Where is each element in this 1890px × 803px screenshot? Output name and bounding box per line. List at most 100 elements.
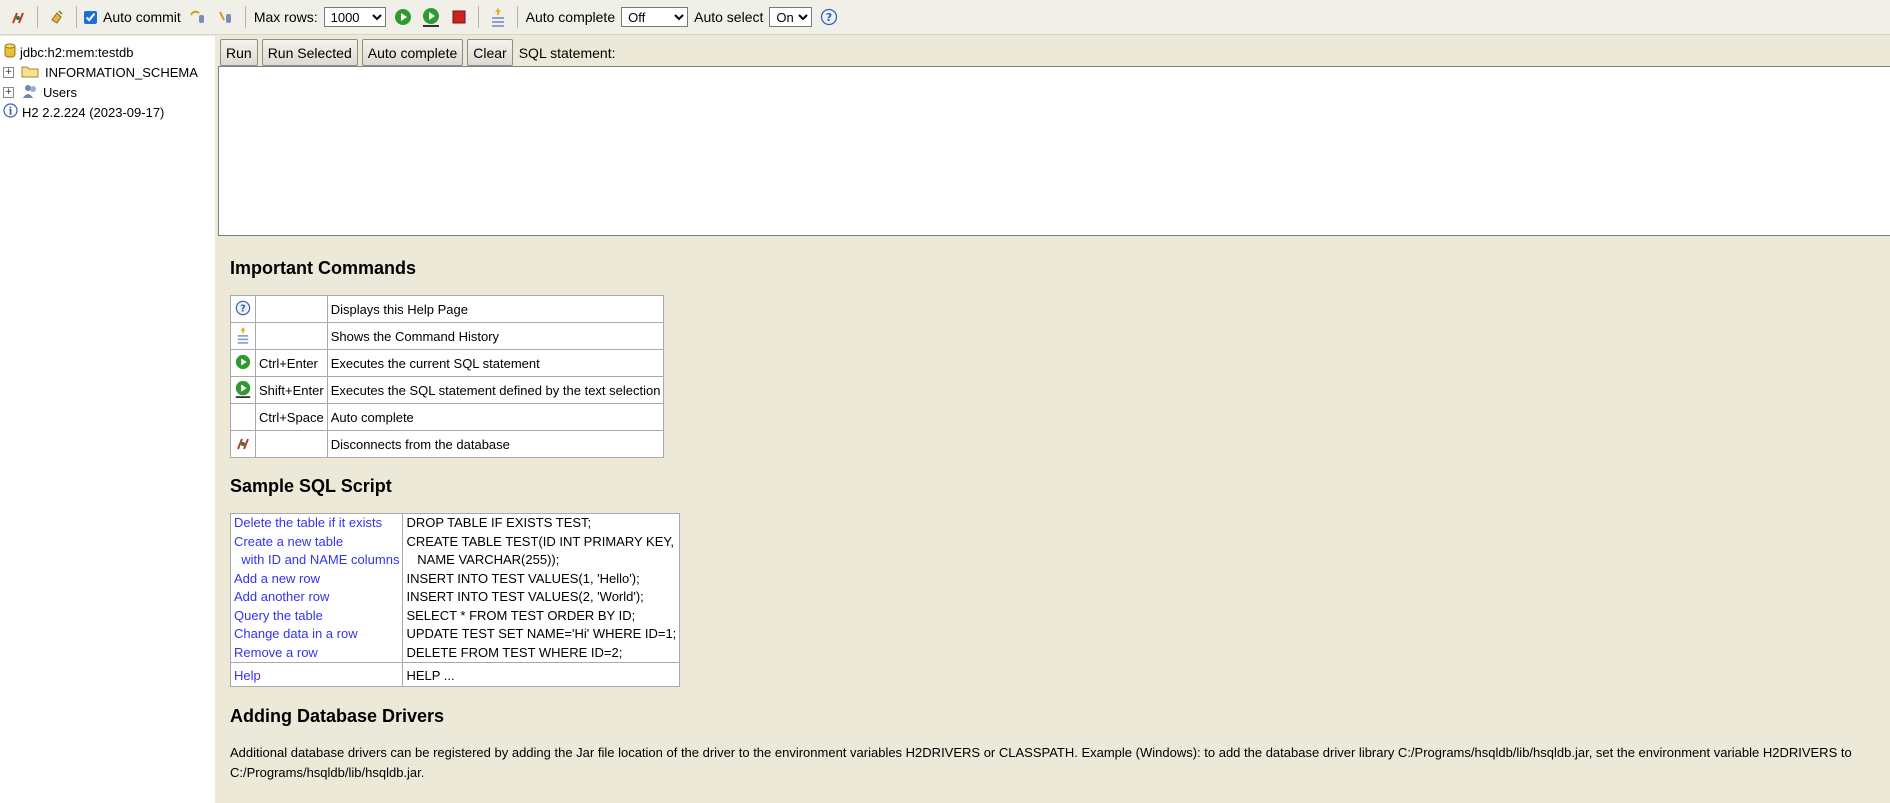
tree-item-label: H2 2.2.224 (2023-09-17) [22,104,165,120]
description-cell: Shows the Command History [326,322,665,350]
editor-toolbar: Run Run Selected Auto complete Clear SQL… [220,39,615,66]
stop-icon[interactable] [448,6,470,28]
sample-link[interactable]: Delete the table if it exists [230,513,404,533]
sample-link[interactable]: Query the table [230,606,404,625]
sql-cell: SELECT * FROM TEST ORDER BY ID; [406,607,636,623]
auto-complete-select[interactable]: Off [621,7,689,27]
toolbar-separator [516,6,518,28]
sample-link[interactable]: Change data in a row [230,625,404,644]
folder-icon [21,64,39,81]
history-icon [230,322,256,350]
description-cell: Disconnects from the database [326,430,665,458]
help-icon[interactable]: ? [818,6,840,28]
run-selected-button[interactable]: Run Selected [261,39,358,66]
refresh-icon[interactable] [46,6,68,28]
tree-item-label: INFORMATION_SCHEMA [45,64,198,80]
expand-icon[interactable]: + [3,86,14,98]
description-cell: Executes the SQL statement defined by th… [326,376,665,404]
auto-commit-checkbox[interactable] [84,10,97,24]
table-row: Help HELP ... [230,662,680,687]
run-icon[interactable] [392,6,414,28]
sample-sql-table: Delete the table if it exists DROP TABLE … [230,513,681,687]
sample-link[interactable]: Add a new row [230,569,404,588]
max-rows-label: Max rows: [253,9,318,25]
toolbar: Auto commit Max rows: 1000 Auto complete… [0,0,1890,35]
run-icon [230,349,256,377]
table-row: Delete the table if it exists DROP TABLE … [230,513,680,533]
tree-item-information-schema[interactable]: + INFORMATION_SCHEMA [0,62,215,82]
sql-editor[interactable] [218,66,1890,236]
description-cell: Executes the current SQL statement [326,349,665,377]
table-row: Change data in a row UPDATE TEST SET NAME… [230,625,680,644]
description-cell: Displays this Help Page [326,295,665,323]
sql-cell: INSERT INTO TEST VALUES(2, 'World'); [406,589,644,605]
adding-drivers-title: Adding Database Drivers [230,706,445,726]
shortcut-cell [255,295,328,323]
table-row: Disconnects from the database [230,430,665,458]
description-cell: Auto complete [326,403,665,431]
run-button[interactable]: Run [220,39,258,66]
sql-cell: HELP ... [402,662,680,687]
run-selected-icon [230,376,256,404]
tree-item-connection[interactable]: jdbc:h2:mem:testdb [0,42,215,62]
sample-link[interactable]: with ID and NAME columns [230,551,404,570]
help-link[interactable]: Help [230,662,404,687]
table-row: with ID and NAME columns NAME VARCHAR(25… [230,551,680,570]
tree-item-version: i H2 2.2.224 (2023-09-17) [0,102,215,122]
auto-select-select[interactable]: On [769,7,813,27]
toolbar-separator [477,6,479,28]
table-row: Ctrl+Space Auto complete [230,403,665,431]
tree-item-label: jdbc:h2:mem:testdb [20,44,134,60]
table-row: Create a new table CREATE TABLE TEST(ID I… [230,532,680,551]
svg-text:?: ? [240,303,246,314]
sql-cell: DELETE FROM TEST WHERE ID=2; [406,644,623,660]
database-icon [4,43,16,62]
important-commands-table: ? Displays this Help Page Shows the Comm… [230,295,665,458]
table-row: ? Displays this Help Page [230,295,665,323]
schema-tree: jdbc:h2:mem:testdb + INFORMATION_SCHEMA … [0,36,215,803]
expand-icon[interactable]: + [3,66,14,78]
tree-item-label: Users [43,84,77,100]
tree-item-users[interactable]: + Users [0,82,215,102]
toolbar-separator [244,6,246,28]
help-content: Important Commands ? Displays this Help … [230,258,1890,783]
disconnect-icon[interactable] [7,6,29,28]
help-icon: ? [230,295,256,323]
sql-statement-label: SQL statement: [518,44,616,61]
shortcut-cell [255,430,328,458]
sql-cell: DROP TABLE IF EXISTS TEST; [406,515,592,531]
sql-cell: NAME VARCHAR(255)); [406,552,560,568]
rollback-icon[interactable] [187,6,209,28]
table-row: Query the table SELECT * FROM TEST ORDER … [230,606,680,625]
sample-link[interactable]: Add another row [230,588,404,607]
sample-link[interactable]: Create a new table [230,532,404,551]
shortcut-cell: Ctrl+Space [255,403,328,431]
info-icon: i [3,103,18,121]
table-row: Add a new row INSERT INTO TEST VALUES(1, … [230,569,680,588]
max-rows-select[interactable]: 1000 [323,7,386,27]
history-icon[interactable] [487,6,509,28]
sample-sql-title: Sample SQL Script [230,476,392,496]
sql-cell: UPDATE TEST SET NAME='Hi' WHERE ID=1; [406,626,677,642]
toolbar-separator [76,6,77,28]
shortcut-cell [255,322,328,350]
commit-icon[interactable] [215,6,237,28]
table-row: Add another row INSERT INTO TEST VALUES(2… [230,588,680,607]
auto-commit-label: Auto commit [103,9,181,25]
disconnect-icon [230,430,256,458]
svg-text:?: ? [826,11,832,24]
svg-text:i: i [9,107,13,118]
auto-complete-button[interactable]: Auto complete [361,39,464,66]
table-row: Shows the Command History [230,322,665,350]
run-selected-icon[interactable] [420,6,442,28]
shortcut-cell: Ctrl+Enter [255,349,328,377]
sample-link[interactable]: Remove a row [230,643,404,663]
sql-cell: CREATE TABLE TEST(ID INT PRIMARY KEY, [406,533,674,549]
clear-button[interactable]: Clear [467,39,513,66]
empty-icon-cell [230,403,256,431]
table-row: Remove a row DELETE FROM TEST WHERE ID=2; [230,643,680,663]
users-icon [22,83,38,102]
auto-complete-label: Auto complete [525,9,616,25]
toolbar-separator [37,6,38,28]
auto-select-label: Auto select [694,9,764,25]
